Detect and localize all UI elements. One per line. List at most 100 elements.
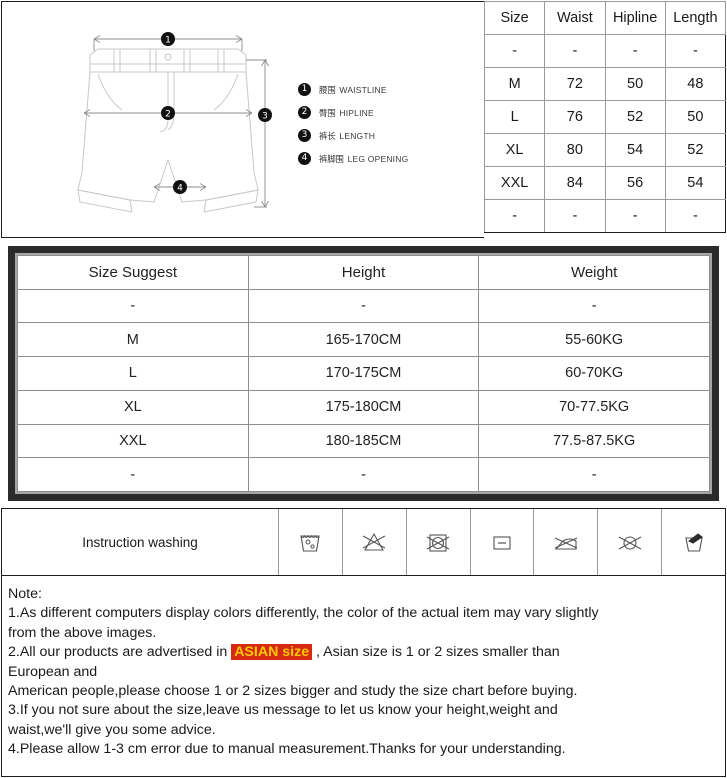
cell-hipline: - <box>604 34 666 68</box>
cell-height: - <box>247 457 480 492</box>
cell-size: M <box>483 67 546 101</box>
cell-waist: 80 <box>544 133 606 167</box>
table-header-row: Size Suggest Height Weight <box>17 255 710 290</box>
cell-hipline: 54 <box>604 133 666 167</box>
measurement-table: Size Waist Hipline Length - - - - M 72 5… <box>483 1 727 233</box>
cell-waist: - <box>544 199 606 233</box>
legend-label-en-2: HIPLINE <box>339 107 374 118</box>
dimension-marker-4: 4 <box>173 180 187 194</box>
cell-weight: - <box>478 288 710 324</box>
cell-weight: - <box>478 457 710 492</box>
note-line-2c: European and <box>8 663 98 680</box>
cell-length: 52 <box>664 133 727 167</box>
washing-instruction-label: Instruction washing <box>2 509 279 575</box>
cell-size: - <box>483 199 546 233</box>
cell-size: L <box>17 356 249 391</box>
cell-size: M <box>17 322 249 358</box>
legend-number-2: 2 <box>298 106 311 119</box>
legend-number-1: 1 <box>298 83 311 96</box>
size-suggest-table: Size Suggest Height Weight - - - M 165-1… <box>17 255 710 492</box>
header-length: Length <box>664 1 727 35</box>
table-row: - - - <box>17 288 710 324</box>
note-title: Note: <box>8 586 42 602</box>
legend-label-cn-1: 腰围 <box>319 85 336 96</box>
cell-size: XXL <box>483 166 546 200</box>
note-line-2d: American people,please choose 1 or 2 siz… <box>8 683 578 700</box>
svg-text:4: 4 <box>177 184 183 194</box>
note-line-3b: waist,we'll give you some advice. <box>8 721 216 738</box>
cell-weight: 77.5-87.5KG <box>478 423 710 459</box>
legend-label-cn-4: 裤脚围 <box>319 154 344 165</box>
note-section: Note: 1.As different computers display c… <box>1 576 726 777</box>
legend-label-cn-3: 裤长 <box>319 131 336 142</box>
cell-height: 180-185CM <box>247 423 480 459</box>
note-line-4: 4.Please allow 1-3 cm error due to manua… <box>8 741 566 758</box>
note-line-2a: 2.All our products are advertised in <box>8 644 232 661</box>
do-not-tumble-dry-icon <box>407 509 471 575</box>
note-line-2b: , Asian size is 1 or 2 sizes smaller tha… <box>312 644 560 661</box>
cell-waist: 84 <box>544 166 606 200</box>
note-line-1b: from the above images. <box>8 624 157 641</box>
cell-weight: 60-70KG <box>478 356 710 391</box>
svg-text:2: 2 <box>165 110 171 120</box>
cell-hipline: 50 <box>604 67 666 101</box>
table-row: - - - - <box>483 34 727 68</box>
cell-height: 175-180CM <box>247 389 480 425</box>
cell-size: XL <box>17 389 249 425</box>
cell-hipline: 52 <box>604 100 666 134</box>
header-size: Size <box>483 1 546 35</box>
table-row: - - - - <box>483 199 727 233</box>
top-section: 1 2 3 4 1 腰围 WAISTLINE 2 臀围 HIPLINE 3 裤长… <box>0 0 727 239</box>
washing-instruction-row: Instruction washing <box>1 508 726 576</box>
washing-icons-group <box>279 509 725 575</box>
shorts-diagram-panel: 1 2 3 4 1 腰围 WAISTLINE 2 臀围 HIPLINE 3 裤长… <box>1 1 484 238</box>
legend-number-4: 4 <box>298 152 311 165</box>
table-row: XXL 180-185CM 77.5-87.5KG <box>17 423 710 459</box>
legend-label-en-3: LENGTH <box>339 130 376 141</box>
legend-label-en-4: LEG OPENING <box>347 153 409 164</box>
legend-label-cn-2: 臀围 <box>319 108 336 119</box>
cell-hipline: 56 <box>604 166 666 200</box>
cell-height: 165-170CM <box>247 322 480 358</box>
legend-item-length: 3 裤长 LENGTH <box>298 124 478 147</box>
header-waist: Waist <box>544 1 606 35</box>
table-row: XXL 84 56 54 <box>483 166 727 200</box>
table-row: L 170-175CM 60-70KG <box>17 356 710 391</box>
svg-text:3: 3 <box>262 112 268 122</box>
cell-size: - <box>17 457 249 492</box>
cell-hipline: - <box>604 199 666 233</box>
cell-size: XXL <box>17 423 249 459</box>
cell-waist: - <box>544 34 606 68</box>
measurement-legend: 1 腰围 WAISTLINE 2 臀围 HIPLINE 3 裤长 LENGTH … <box>298 78 478 170</box>
table-row: XL 175-180CM 70-77.5KG <box>17 389 710 425</box>
cell-length: 54 <box>664 166 727 200</box>
svg-text:1: 1 <box>165 36 171 46</box>
cell-waist: 76 <box>544 100 606 134</box>
hand-wash-icon <box>662 509 725 575</box>
machine-wash-icon <box>279 509 343 575</box>
size-suggest-panel: Size Suggest Height Weight - - - M 165-1… <box>8 246 719 501</box>
cell-weight: 70-77.5KG <box>478 389 710 425</box>
table-header-row: Size Waist Hipline Length <box>483 1 727 35</box>
note-line-3a: 3.If you not sure about the size,leave u… <box>8 702 558 719</box>
legend-item-leg-opening: 4 裤脚围 LEG OPENING <box>298 147 478 170</box>
size-chart-page: 1 2 3 4 1 腰围 WAISTLINE 2 臀围 HIPLINE 3 裤长… <box>0 0 727 778</box>
cell-length: - <box>664 199 727 233</box>
do-not-iron-icon <box>534 509 599 575</box>
do-not-bleach-icon <box>343 509 407 575</box>
cell-waist: 72 <box>544 67 606 101</box>
dimension-marker-1: 1 <box>161 32 175 46</box>
cell-weight: 55-60KG <box>478 322 710 358</box>
table-row: L 76 52 50 <box>483 100 727 134</box>
do-not-dry-clean-icon <box>598 509 663 575</box>
flat-dry-icon <box>471 509 535 575</box>
header-size-suggest: Size Suggest <box>17 255 249 290</box>
legend-item-hipline: 2 臀围 HIPLINE <box>298 101 478 124</box>
table-row: XL 80 54 52 <box>483 133 727 167</box>
cell-length: 50 <box>664 100 727 134</box>
cell-height: - <box>247 288 480 324</box>
asian-size-highlight: ASIAN size <box>231 644 313 661</box>
cell-size: XL <box>483 133 546 167</box>
legend-label-en-1: WAISTLINE <box>339 84 387 95</box>
cell-length: - <box>664 34 727 68</box>
